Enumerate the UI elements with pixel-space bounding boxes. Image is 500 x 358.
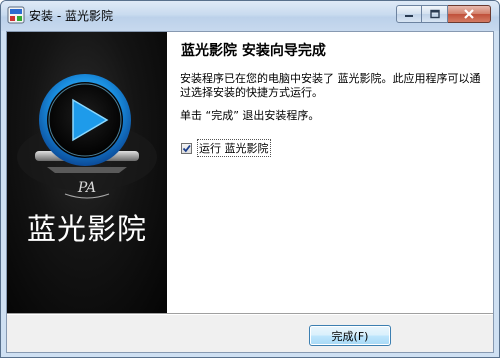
wizard-client-area: PA 蓝光影院 蓝光影院 安装向导完成 安装程序已在您的电脑中安装了 蓝光影院。… [6, 31, 494, 353]
maximize-icon [429, 9, 440, 19]
close-button[interactable] [448, 5, 491, 23]
maximize-button[interactable] [422, 5, 448, 23]
wizard-side-banner: PA 蓝光影院 [7, 32, 167, 313]
checkmark-icon [182, 144, 191, 152]
sidebar-app-name: 蓝光影院 [26, 212, 147, 246]
finish-button[interactable]: 完成(F) [309, 325, 391, 346]
launch-app-label[interactable]: 运行 蓝光影院 [197, 139, 271, 157]
page-title: 蓝光影院 安装向导完成 [181, 43, 326, 59]
app-logo-art: PA [17, 74, 157, 199]
launch-app-checkbox[interactable] [181, 142, 192, 154]
minimize-button[interactable] [396, 5, 422, 23]
installer-app-icon [7, 6, 25, 24]
finish-instruction: 单击 “完成” 退出安装程序。 [180, 109, 320, 122]
installer-window: 安装 - 蓝光影院 PA 蓝光影院 蓝光影院 安装向导完成 安装程序已在您的电脑… [0, 0, 500, 358]
minimize-icon [405, 15, 413, 17]
window-title: 安装 - 蓝光影院 [29, 9, 113, 23]
button-bar: 完成(F) [7, 315, 493, 352]
title-bar[interactable]: 安装 - 蓝光影院 [1, 1, 499, 31]
launch-app-option[interactable]: 运行 蓝光影院 [181, 139, 271, 157]
wizard-content: 蓝光影院 安装向导完成 安装程序已在您的电脑中安装了 蓝光影院。此应用程序可以通… [167, 32, 493, 313]
emblem-monogram: PA [77, 180, 96, 196]
completion-message: 安装程序已在您的电脑中安装了 蓝光影院。此应用程序可以通过选择安装的快捷方式运行… [180, 72, 481, 99]
close-icon [464, 9, 474, 19]
caption-buttons [396, 5, 491, 24]
